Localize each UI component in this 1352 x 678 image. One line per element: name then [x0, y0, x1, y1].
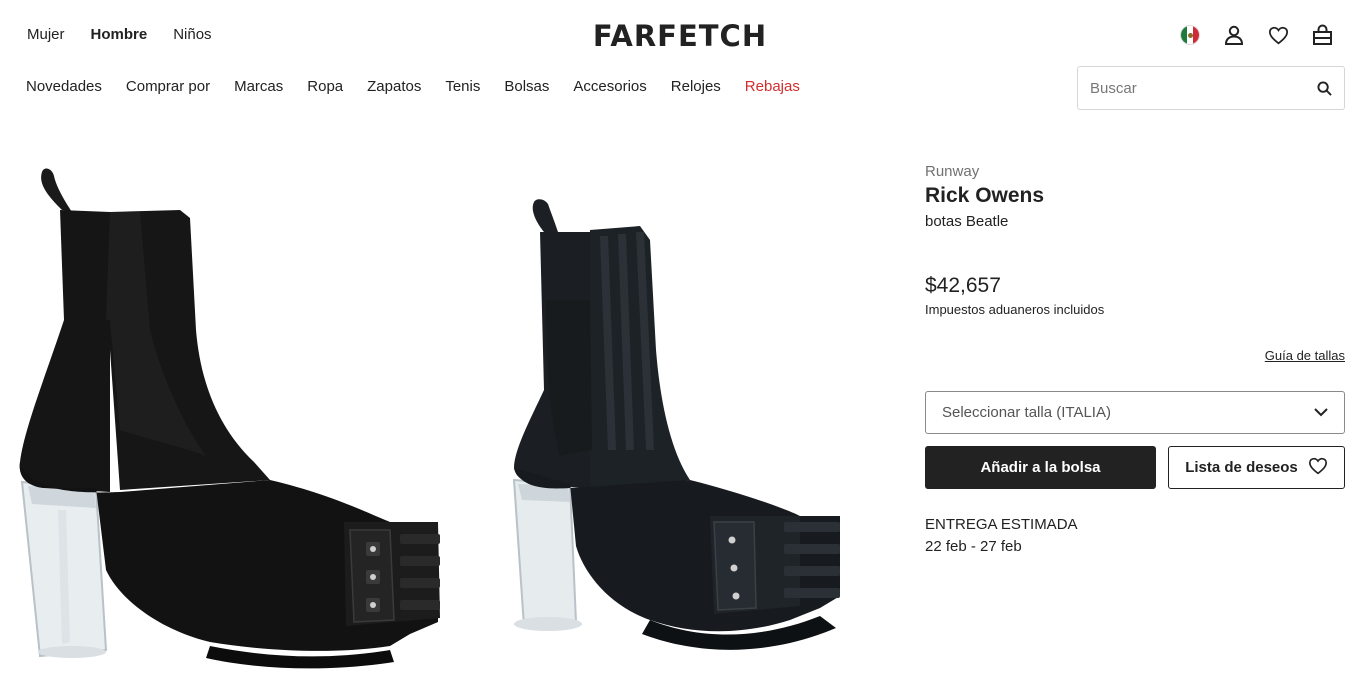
wishlist-button[interactable]: Lista de deseos	[1168, 446, 1345, 489]
nav-accesorios[interactable]: Accesorios	[573, 78, 646, 95]
nav-ropa[interactable]: Ropa	[307, 78, 343, 95]
delivery-dates: 22 feb - 27 feb	[925, 538, 1022, 555]
mexico-flag-icon[interactable]	[1179, 24, 1201, 46]
product-brand[interactable]: Rick Owens	[925, 184, 1345, 208]
duties-note: Impuestos aduaneros incluidos	[925, 302, 1105, 317]
wishlist-heart-icon[interactable]	[1267, 24, 1289, 46]
delivery-title: ENTREGA ESTIMADA	[925, 516, 1078, 533]
size-select-dropdown[interactable]: Seleccionar talla (ITALIA)	[925, 391, 1345, 434]
nav-comprar-por[interactable]: Comprar por	[126, 78, 210, 95]
gender-nav: Mujer Hombre Niños	[27, 26, 212, 43]
product-name: botas Beatle	[925, 213, 1009, 230]
tab-ninos[interactable]: Niños	[173, 26, 211, 43]
search-input[interactable]	[1078, 67, 1304, 109]
nav-zapatos[interactable]: Zapatos	[367, 78, 421, 95]
chevron-down-icon	[1314, 404, 1328, 421]
size-guide-link[interactable]: Guía de tallas	[1265, 348, 1345, 363]
nav-rebajas[interactable]: Rebajas	[745, 78, 800, 95]
nav-bolsas[interactable]: Bolsas	[504, 78, 549, 95]
shopping-bag-icon[interactable]	[1311, 24, 1333, 46]
size-select-label: Seleccionar talla (ITALIA)	[942, 404, 1111, 421]
wishlist-button-label: Lista de deseos	[1185, 459, 1298, 476]
product-info-panel: Runway Rick Owens botas Beatle $42,657 I…	[925, 160, 1345, 555]
tab-mujer[interactable]: Mujer	[27, 26, 65, 43]
product-image-front[interactable]	[500, 150, 860, 678]
category-nav: Novedades Comprar por Marcas Ropa Zapato…	[26, 78, 800, 95]
product-label: Runway	[925, 163, 980, 180]
nav-relojes[interactable]: Relojes	[671, 78, 721, 95]
product-price: $42,657	[925, 274, 1001, 297]
account-icon[interactable]	[1223, 24, 1245, 46]
nav-tenis[interactable]: Tenis	[445, 78, 480, 95]
farfetch-logo[interactable]: FARFETCH	[580, 18, 780, 54]
tab-hombre[interactable]: Hombre	[91, 26, 148, 43]
heart-icon	[1308, 457, 1328, 479]
search-box	[1077, 66, 1345, 110]
product-gallery	[0, 150, 880, 678]
nav-novedades[interactable]: Novedades	[26, 78, 102, 95]
header-utility-icons	[1179, 24, 1333, 46]
add-to-bag-button[interactable]: Añadir a la bolsa	[925, 446, 1156, 489]
search-icon[interactable]	[1304, 67, 1344, 109]
product-page: Mujer Hombre Niños FARFETCH Novedades Co…	[0, 0, 1352, 678]
product-image-side[interactable]	[10, 150, 450, 678]
nav-marcas[interactable]: Marcas	[234, 78, 283, 95]
